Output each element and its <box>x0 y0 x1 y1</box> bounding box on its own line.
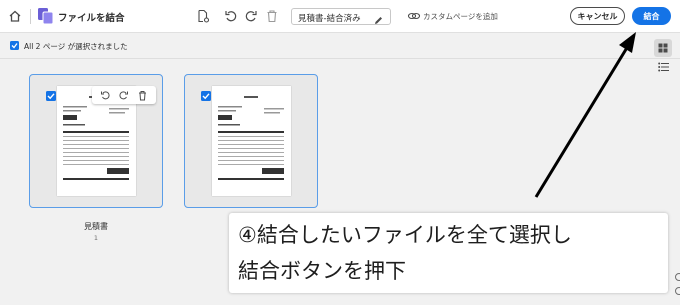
combine-button[interactable]: 結合 <box>632 7 671 25</box>
file-page-count: 1 <box>93 234 99 242</box>
grid-view-icon[interactable] <box>654 39 672 57</box>
selection-status: All 2 ページ が選択されました <box>24 42 128 51</box>
rotate-right-icon[interactable] <box>118 86 129 105</box>
page-checkbox[interactable] <box>46 91 56 101</box>
pencil-icon[interactable] <box>373 11 384 24</box>
home-icon[interactable] <box>7 8 23 24</box>
page-card[interactable] <box>184 74 318 208</box>
link-icon[interactable] <box>407 9 421 23</box>
annotation-callout: ④結合したいファイルを全て選択し 結合ボタンを押下 <box>229 213 668 293</box>
trash-icon[interactable] <box>265 9 279 23</box>
page-card[interactable] <box>29 74 163 208</box>
toolbar-divider <box>30 9 31 24</box>
rotate-left-icon[interactable] <box>100 86 111 105</box>
cancel-button[interactable]: キャンセル <box>570 7 625 25</box>
top-toolbar: ファイルを結合 見積書-結合済み カスタムページを追加 キャンセル 結合 <box>0 0 680 33</box>
page-actions <box>92 86 156 104</box>
undo-icon[interactable] <box>224 9 238 23</box>
filename-input[interactable]: 見積書-結合済み <box>291 8 391 25</box>
app-title: ファイルを結合 <box>58 13 125 24</box>
list-view-icon[interactable] <box>654 59 672 75</box>
redo-icon[interactable] <box>244 9 258 23</box>
page-thumbnail <box>212 86 291 196</box>
annotation-line-1: ④結合したいファイルを全て選択し <box>238 223 572 247</box>
document-gear-icon[interactable] <box>196 9 210 23</box>
custom-page-button[interactable]: カスタムページを追加 <box>423 11 498 22</box>
filename-text: 見積書-結合済み <box>298 14 361 24</box>
annotation-line-2: 結合ボタンを押下 <box>238 259 406 283</box>
select-all-checkbox[interactable] <box>10 41 19 50</box>
combine-files-icon <box>37 7 55 25</box>
divider <box>0 58 680 59</box>
page-checkbox[interactable] <box>201 91 211 101</box>
trash-icon[interactable] <box>137 86 148 105</box>
zoom-controls[interactable] <box>672 272 680 298</box>
file-name-label: 見積書 <box>84 222 108 231</box>
